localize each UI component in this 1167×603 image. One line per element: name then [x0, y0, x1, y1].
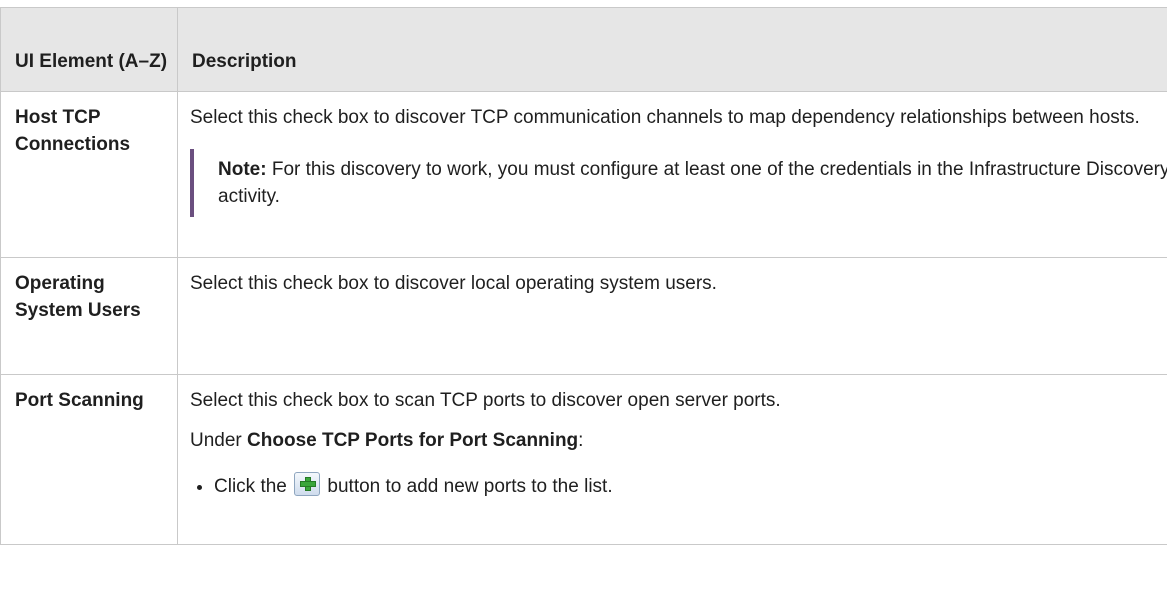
table-row: Operating System Users Select this check… [0, 257, 1167, 375]
ui-elements-table: UI Element (A–Z) Description Host TCP Co… [0, 7, 1167, 545]
table-row: Host TCP Connections Select this check b… [0, 91, 1167, 258]
under-suffix: : [578, 430, 584, 451]
list-item: Click the button to add new ports to the… [214, 472, 1167, 500]
bullet-suffix: button to add new ports to the list. [322, 476, 613, 497]
table-row: Port Scanning Select this check box to s… [0, 374, 1167, 545]
ui-element-name: Operating System Users [0, 257, 178, 375]
instruction-list: Click the button to add new ports to the… [190, 472, 1167, 500]
table-header-row: UI Element (A–Z) Description [0, 7, 1167, 92]
column-header-description: Description [177, 7, 1167, 92]
add-plus-icon [294, 472, 321, 496]
element-description: Select this check box to discover local … [177, 257, 1167, 375]
choose-tcp-ports-label: Choose TCP Ports for Port Scanning [247, 430, 579, 451]
description-text: Select this check box to scan TCP ports … [190, 390, 781, 411]
under-prefix: Under [190, 430, 248, 451]
note-text: For this discovery to work, you must con… [218, 159, 1167, 207]
under-instructions: Under Choose TCP Ports for Port Scanning… [190, 427, 1167, 454]
description-text: Select this check box to discover local … [190, 273, 717, 294]
note-paragraph: Note: For this discovery to work, you mu… [218, 156, 1167, 210]
bullet-prefix: Click the [214, 476, 293, 497]
ui-element-name: Host TCP Connections [0, 91, 178, 258]
column-header-ui-element: UI Element (A–Z) [0, 7, 178, 92]
description-text: Select this check box to discover TCP co… [190, 107, 1140, 128]
note-label: Note: [218, 159, 267, 180]
element-description: Select this check box to scan TCP ports … [177, 374, 1167, 545]
element-description: Select this check box to discover TCP co… [177, 91, 1167, 258]
note-box: Note: For this discovery to work, you mu… [190, 149, 1167, 217]
ui-element-name: Port Scanning [0, 374, 178, 545]
